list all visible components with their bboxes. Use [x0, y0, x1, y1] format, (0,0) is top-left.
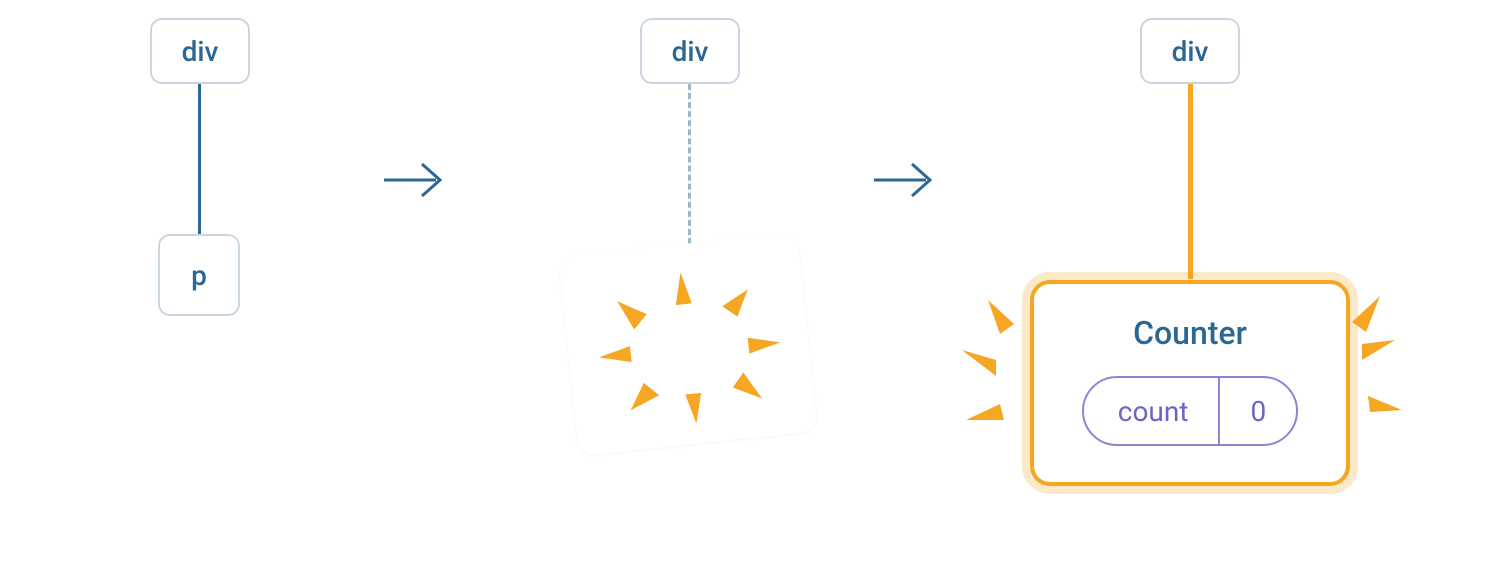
state-pill: count 0: [1082, 376, 1298, 446]
node-div: div: [640, 18, 740, 84]
state-value: 0: [1218, 378, 1296, 444]
node-label: div: [182, 35, 219, 68]
state-label: count: [1084, 378, 1219, 444]
connector-line: [198, 84, 201, 234]
poof-box: [558, 232, 818, 456]
node-p: p: [158, 234, 240, 316]
sparkle-icon: [558, 232, 818, 456]
counter-title: Counter: [1133, 314, 1247, 352]
node-label: p: [191, 259, 207, 292]
arrow-icon: [380, 150, 450, 210]
stage-2: div: [540, 0, 840, 580]
stage-3: div Counter count 0: [990, 0, 1440, 580]
node-div: div: [150, 18, 250, 84]
node-div: div: [1140, 18, 1240, 84]
connector-dashed: [688, 84, 691, 244]
arrow-icon: [870, 150, 940, 210]
stage-1: div p: [100, 0, 300, 580]
counter-card: Counter count 0: [1030, 280, 1350, 486]
node-label: div: [672, 35, 709, 68]
connector-highlight: [1188, 84, 1193, 279]
node-label: div: [1172, 35, 1209, 68]
